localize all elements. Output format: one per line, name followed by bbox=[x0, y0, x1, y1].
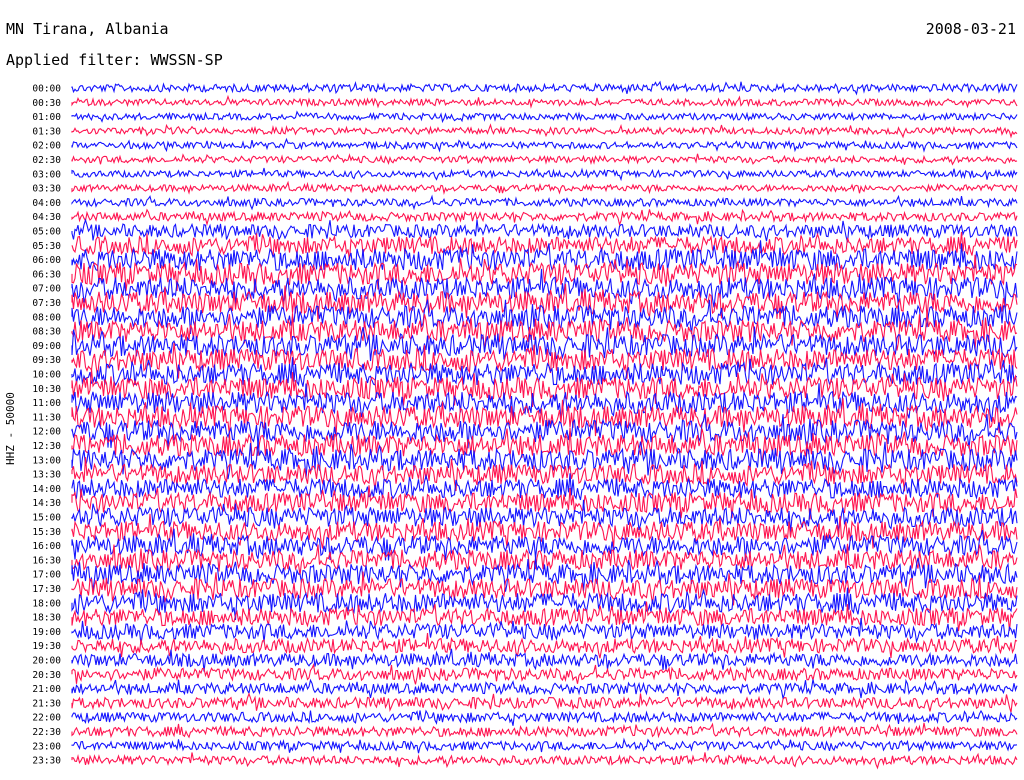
trace-row bbox=[71, 737, 1018, 754]
row-time-label: 00:30 bbox=[32, 98, 61, 109]
row-time-label: 06:00 bbox=[32, 255, 61, 266]
row-time-label: 23:30 bbox=[32, 756, 61, 767]
row-time-label: 10:30 bbox=[32, 384, 61, 395]
trace-row bbox=[71, 662, 1018, 685]
trace-row bbox=[71, 123, 1018, 139]
row-time-label: 22:00 bbox=[32, 713, 61, 724]
trace-row bbox=[71, 153, 1018, 166]
trace-row bbox=[71, 240, 1018, 272]
trace-row bbox=[71, 167, 1018, 182]
trace-row bbox=[71, 94, 1018, 109]
row-time-label: 13:30 bbox=[32, 470, 61, 481]
row-time-label: 00:00 bbox=[32, 84, 61, 95]
row-time-label: 22:30 bbox=[32, 727, 61, 738]
trace-row bbox=[71, 110, 1018, 124]
row-time-label: 17:00 bbox=[32, 570, 61, 581]
row-time-label: 17:30 bbox=[32, 584, 61, 595]
row-time-label: 11:00 bbox=[32, 398, 61, 409]
row-time-label: 02:00 bbox=[32, 141, 61, 152]
trace-row bbox=[71, 137, 1018, 153]
row-time-label: 02:30 bbox=[32, 155, 61, 166]
trace-row bbox=[71, 722, 1018, 739]
helicorder-plot: 00:00 00:30 01:00 01:30 02:00 02:30 03:00 03:30… bbox=[32, 80, 1018, 770]
row-time-label: 13:00 bbox=[32, 455, 61, 466]
row-time-label: 15:00 bbox=[32, 513, 61, 524]
trace-row bbox=[71, 208, 1018, 227]
trace-row bbox=[71, 194, 1018, 211]
row-time-label: 08:00 bbox=[32, 312, 61, 323]
row-time-label: 01:00 bbox=[32, 112, 61, 123]
row-time-label: 16:30 bbox=[32, 555, 61, 566]
row-time-label: 10:00 bbox=[32, 370, 61, 381]
row-time-label: 11:30 bbox=[32, 412, 61, 423]
row-time-label: 07:30 bbox=[32, 298, 61, 309]
row-time-label: 12:30 bbox=[32, 441, 61, 452]
row-time-label: 15:30 bbox=[32, 527, 61, 538]
trace-group bbox=[71, 80, 1018, 770]
row-time-label: 14:30 bbox=[32, 498, 61, 509]
row-time-label: 04:30 bbox=[32, 212, 61, 223]
trace-row bbox=[71, 80, 1018, 96]
row-time-label: 19:00 bbox=[32, 627, 61, 638]
tick-label-group: 00:00 00:30 01:00 01:30 02:00 02:30 03:00 03:30… bbox=[32, 84, 61, 767]
trace-row bbox=[71, 218, 1018, 243]
trace-row bbox=[71, 648, 1018, 672]
row-time-label: 06:30 bbox=[32, 269, 61, 280]
row-time-label: 05:00 bbox=[32, 227, 61, 238]
row-time-label: 19:30 bbox=[32, 641, 61, 652]
row-time-label: 08:30 bbox=[32, 327, 61, 338]
row-time-label: 09:30 bbox=[32, 355, 61, 366]
trace-row bbox=[71, 692, 1018, 713]
row-time-label: 18:30 bbox=[32, 613, 61, 624]
row-time-label: 16:00 bbox=[32, 541, 61, 552]
row-time-label: 03:00 bbox=[32, 169, 61, 180]
row-time-label: 18:00 bbox=[32, 598, 61, 609]
row-time-label: 21:00 bbox=[32, 684, 61, 695]
row-time-label: 01:30 bbox=[32, 126, 61, 137]
row-time-label: 21:30 bbox=[32, 698, 61, 709]
row-time-label: 20:30 bbox=[32, 670, 61, 681]
trace-row bbox=[71, 180, 1018, 196]
trace-row bbox=[71, 709, 1018, 726]
row-time-label: 03:30 bbox=[32, 184, 61, 195]
row-time-label: 07:00 bbox=[32, 284, 61, 295]
row-time-label: 05:30 bbox=[32, 241, 61, 252]
row-time-label: 20:00 bbox=[32, 656, 61, 667]
row-time-label: 23:00 bbox=[32, 741, 61, 752]
row-time-label: 14:00 bbox=[32, 484, 61, 495]
trace-row bbox=[71, 752, 1018, 770]
row-time-label: 09:00 bbox=[32, 341, 61, 352]
row-time-label: 04:00 bbox=[32, 198, 61, 209]
trace-row bbox=[71, 678, 1018, 701]
row-time-label: 12:00 bbox=[32, 427, 61, 438]
